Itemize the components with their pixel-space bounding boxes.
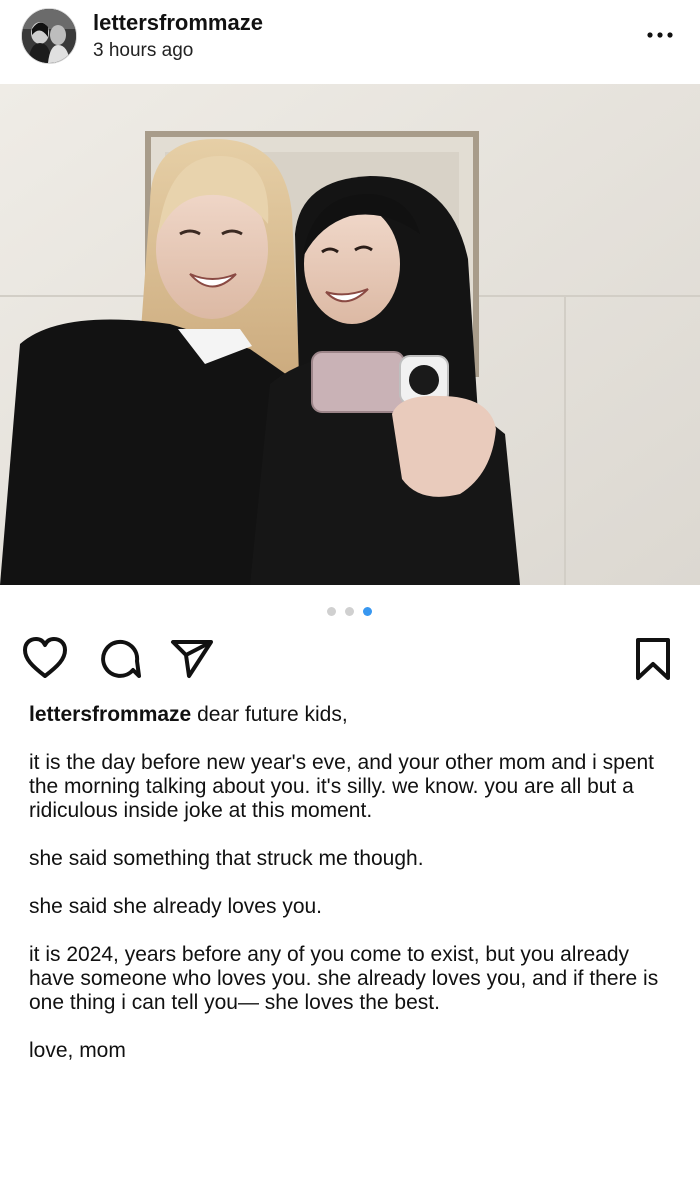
carousel-dot <box>363 607 372 616</box>
like-button[interactable] <box>22 636 68 682</box>
share-button[interactable] <box>169 636 215 682</box>
more-options-button[interactable] <box>640 18 680 48</box>
bookmark-icon <box>636 638 670 680</box>
post-photo[interactable] <box>0 84 700 585</box>
photo-image <box>0 84 700 585</box>
carousel-indicator <box>0 604 700 618</box>
caption-paragraph: it is the day before new year's eve, and… <box>29 751 655 822</box>
post-timestamp: 3 hours ago <box>93 40 194 61</box>
avatar-image <box>22 9 76 63</box>
caption-username[interactable]: lettersfrommaze <box>29 703 191 726</box>
caption-paragraph: she said she already loves you. <box>29 895 323 918</box>
send-icon <box>171 640 213 678</box>
post-header: lettersfrommaze 3 hours ago <box>0 0 700 84</box>
caption-paragraph: she said something that struck me though… <box>29 847 424 870</box>
avatar[interactable] <box>21 8 77 64</box>
post-actions <box>0 636 700 686</box>
caption-opening: lettersfrommaze dear future kids, <box>29 703 674 727</box>
post-username[interactable]: lettersfrommaze <box>93 10 263 36</box>
post-caption: lettersfrommaze dear future kids, it is … <box>29 703 674 1063</box>
caption-greeting: dear future kids, <box>197 703 348 726</box>
save-button[interactable] <box>630 636 676 682</box>
caption-paragraph: it is 2024, years before any of you come… <box>29 943 659 1014</box>
more-horizontal-icon <box>647 32 673 38</box>
carousel-dot <box>327 607 336 616</box>
comment-icon <box>101 639 141 678</box>
comment-button[interactable] <box>97 636 143 682</box>
heart-icon <box>23 637 67 678</box>
carousel-dot <box>345 607 354 616</box>
caption-signoff: love, mom <box>29 1039 126 1062</box>
